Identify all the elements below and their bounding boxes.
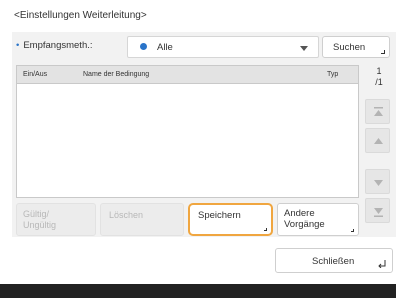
close-button-label: Schließen [312,256,355,267]
return-arrow-icon [378,260,386,268]
valid-invalid-button[interactable]: Gültig/ Ungültig [16,203,96,236]
scroll-to-bottom-icon [374,208,383,217]
search-button[interactable]: Suchen [322,36,390,58]
table-header: Ein/Aus Name der Bedingung Typ [16,65,359,84]
delete-button[interactable]: Löschen [100,203,184,236]
receive-method-label-text: Empfangsmeth.: [23,40,93,51]
dialog-title: <Einstellungen Weiterleitung> [14,10,147,21]
scroll-top-button[interactable] [365,99,390,124]
receive-method-dropdown[interactable]: Alle [127,36,319,58]
search-button-label: Suchen [333,42,366,53]
scroll-to-top-icon [374,107,383,116]
scroll-bottom-button[interactable] [365,198,390,223]
column-header-on-off: Ein/Aus [23,71,48,78]
other-operations-button[interactable]: Andere Vorgänge [277,203,359,236]
bullet-icon: • [16,40,20,51]
column-header-type: Typ [327,71,339,78]
forwarding-conditions-table [16,65,359,198]
scroll-up-button[interactable] [365,128,390,153]
status-bar [0,284,396,298]
more-options-corner-icon [264,228,267,231]
more-options-corner-icon [351,229,354,232]
close-button[interactable]: Schließen [275,248,393,273]
receive-method-label: • Empfangsmeth.: [16,40,93,51]
chevron-down-icon [300,46,308,51]
page-indicator: 1 /1 [368,66,390,88]
save-button-label: Speichern [198,210,241,221]
column-header-condition-name: Name der Bedingung [83,71,150,78]
delete-button-label: Löschen [109,210,144,220]
arrow-up-icon [374,138,383,144]
other-operations-line2: Vorgänge [284,219,325,230]
selected-dot-icon [140,43,147,50]
other-operations-line1: Andere [284,208,315,219]
more-options-corner-icon [381,50,385,54]
valid-invalid-line2: Ungültig [23,220,57,230]
page-current: 1 [376,66,382,76]
arrow-down-icon [374,180,383,186]
scroll-down-button[interactable] [365,169,390,194]
save-button[interactable]: Speichern [188,203,273,236]
receive-method-value: Alle [157,42,173,53]
page-total: /1 [375,77,383,87]
valid-invalid-line1: Gültig/ [23,209,50,219]
